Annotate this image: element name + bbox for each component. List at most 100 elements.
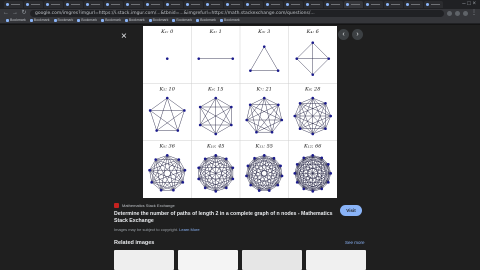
menu-icon[interactable]: ⋮ bbox=[471, 10, 477, 17]
bookmarks-bar: Bookmark Bookmark Bookmark Bookmark Bookmark… bbox=[0, 18, 480, 24]
graph-edge bbox=[250, 97, 265, 105]
previous-image-button[interactable]: ‹ bbox=[338, 29, 349, 40]
browser-tab[interactable] bbox=[184, 1, 203, 8]
bookmark-label: Bookmark bbox=[10, 18, 26, 22]
browser-tab[interactable] bbox=[224, 1, 243, 8]
browser-tab[interactable] bbox=[144, 1, 163, 8]
graph-node bbox=[231, 177, 235, 181]
bookmark-item[interactable]: Bookmark bbox=[196, 18, 216, 23]
graph-node bbox=[293, 172, 297, 175]
browser-tab[interactable] bbox=[164, 1, 183, 8]
bookmark-item[interactable]: Bookmark bbox=[124, 18, 145, 23]
profile-avatar[interactable] bbox=[463, 11, 468, 16]
graph-label: K₆: 15 bbox=[207, 86, 223, 92]
graph-node bbox=[198, 123, 202, 127]
bookmark-item[interactable]: Bookmark bbox=[29, 18, 50, 23]
forward-icon[interactable]: → bbox=[12, 10, 18, 17]
browser-tab[interactable] bbox=[24, 1, 43, 8]
extension-icon[interactable] bbox=[455, 11, 460, 16]
graph-node bbox=[165, 96, 169, 100]
graph-node bbox=[181, 181, 185, 184]
site-favicon-icon bbox=[114, 203, 119, 208]
graph-edge bbox=[312, 42, 329, 59]
graph-k11: K₁₁: 55 bbox=[245, 144, 284, 192]
graph-edge bbox=[149, 97, 168, 111]
graph-node bbox=[295, 163, 299, 166]
graph-node bbox=[295, 181, 299, 184]
browser-tab[interactable] bbox=[264, 1, 283, 8]
browser-tab[interactable] bbox=[364, 1, 383, 8]
related-image-thumbnail[interactable] bbox=[242, 250, 302, 270]
complete-graphs-figure: K₁: 0 K₂: 1 K₃: 3 K₄: 6 K₅: 10 K₆: 15 K₇: 21 K₈… bbox=[143, 26, 337, 198]
graph-k10: K₁₀: 45 bbox=[197, 144, 235, 193]
bookmark-item[interactable]: Bookmark bbox=[101, 18, 121, 23]
graph-edge bbox=[155, 155, 168, 160]
browser-tab[interactable] bbox=[84, 1, 103, 8]
related-image-thumbnail[interactable] bbox=[178, 250, 238, 270]
next-image-button[interactable]: › bbox=[352, 29, 363, 40]
browser-tab[interactable] bbox=[124, 1, 143, 8]
visit-button[interactable]: Visit bbox=[340, 205, 362, 216]
bookmark-item[interactable]: Bookmark bbox=[77, 18, 97, 23]
browser-tab[interactable] bbox=[304, 1, 323, 8]
graph-edge bbox=[296, 42, 313, 59]
image-nav: ‹ › bbox=[338, 29, 363, 40]
browser-tab[interactable] bbox=[384, 1, 403, 8]
browser-tab[interactable] bbox=[424, 1, 443, 8]
image-title-link[interactable]: Determine the number of paths of length … bbox=[114, 211, 344, 225]
preview-image[interactable]: K₁: 0 K₂: 1 K₃: 3 K₄: 6 K₅: 10 K₆: 15 K₇: 21 K₈… bbox=[143, 26, 337, 198]
back-icon[interactable]: ← bbox=[3, 10, 9, 17]
browser-tab[interactable] bbox=[4, 1, 23, 8]
bookmark-item[interactable]: Bookmark bbox=[6, 18, 26, 23]
browser-tab[interactable] bbox=[324, 1, 343, 8]
address-bar[interactable]: google.com/imgres?imgurl=https://i.stack… bbox=[30, 10, 444, 17]
graph-edge bbox=[246, 119, 273, 133]
related-image-thumbnail[interactable] bbox=[114, 250, 174, 270]
graph-k1: K₁: 0 bbox=[160, 29, 174, 60]
bookmark-item[interactable]: Bookmark bbox=[172, 18, 192, 23]
graph-node bbox=[253, 156, 256, 160]
copyright-notice: Images may be subject to copyright. Lear… bbox=[114, 227, 200, 232]
graph-k5: K₅: 10 bbox=[148, 86, 186, 132]
bookmark-item[interactable]: Bookmark bbox=[219, 18, 240, 23]
graph-node bbox=[311, 96, 315, 100]
image-source[interactable]: Mathematics Stack Exchange bbox=[114, 203, 175, 208]
bookmark-label: Bookmark bbox=[33, 18, 50, 22]
window-controls[interactable]: – □ × bbox=[462, 1, 476, 8]
learn-more-link[interactable]: Learn More bbox=[179, 227, 199, 232]
graph-node bbox=[214, 96, 218, 100]
browser-tab[interactable] bbox=[344, 1, 363, 8]
close-icon[interactable]: × bbox=[121, 32, 127, 42]
graph-edge bbox=[198, 178, 206, 189]
browser-tab[interactable] bbox=[104, 1, 123, 8]
browser-tab[interactable] bbox=[284, 1, 303, 8]
browser-tab[interactable] bbox=[404, 1, 423, 8]
bookmark-favicon-icon bbox=[29, 19, 33, 22]
related-thumbnails bbox=[114, 250, 366, 270]
related-image-thumbnail[interactable] bbox=[306, 250, 366, 270]
graph-node bbox=[230, 123, 233, 127]
source-name: Mathematics Stack Exchange bbox=[122, 203, 175, 208]
graph-node bbox=[272, 156, 276, 160]
graph-node bbox=[155, 129, 158, 132]
graph-edge bbox=[250, 104, 282, 121]
graph-node bbox=[270, 130, 274, 134]
graph-node bbox=[268, 189, 271, 192]
graph-node bbox=[255, 130, 258, 134]
reload-icon[interactable]: ↻ bbox=[21, 10, 27, 17]
bookmark-item[interactable]: Bookmark bbox=[148, 18, 168, 23]
extension-icon[interactable] bbox=[447, 11, 452, 16]
browser-tab[interactable] bbox=[44, 1, 63, 8]
graph-node bbox=[246, 164, 250, 168]
bookmark-item[interactable]: Bookmark bbox=[53, 18, 73, 23]
graph-node bbox=[165, 154, 169, 157]
browser-tab[interactable] bbox=[64, 1, 83, 8]
graph-node bbox=[197, 166, 200, 170]
graph-node bbox=[311, 154, 315, 157]
graph-k2: K₂: 1 bbox=[197, 29, 235, 60]
browser-tab[interactable] bbox=[244, 1, 263, 8]
see-more-link[interactable]: See more bbox=[345, 240, 365, 245]
browser-tab[interactable] bbox=[204, 1, 223, 8]
graph-edge bbox=[296, 58, 313, 75]
graph-node bbox=[257, 189, 261, 192]
